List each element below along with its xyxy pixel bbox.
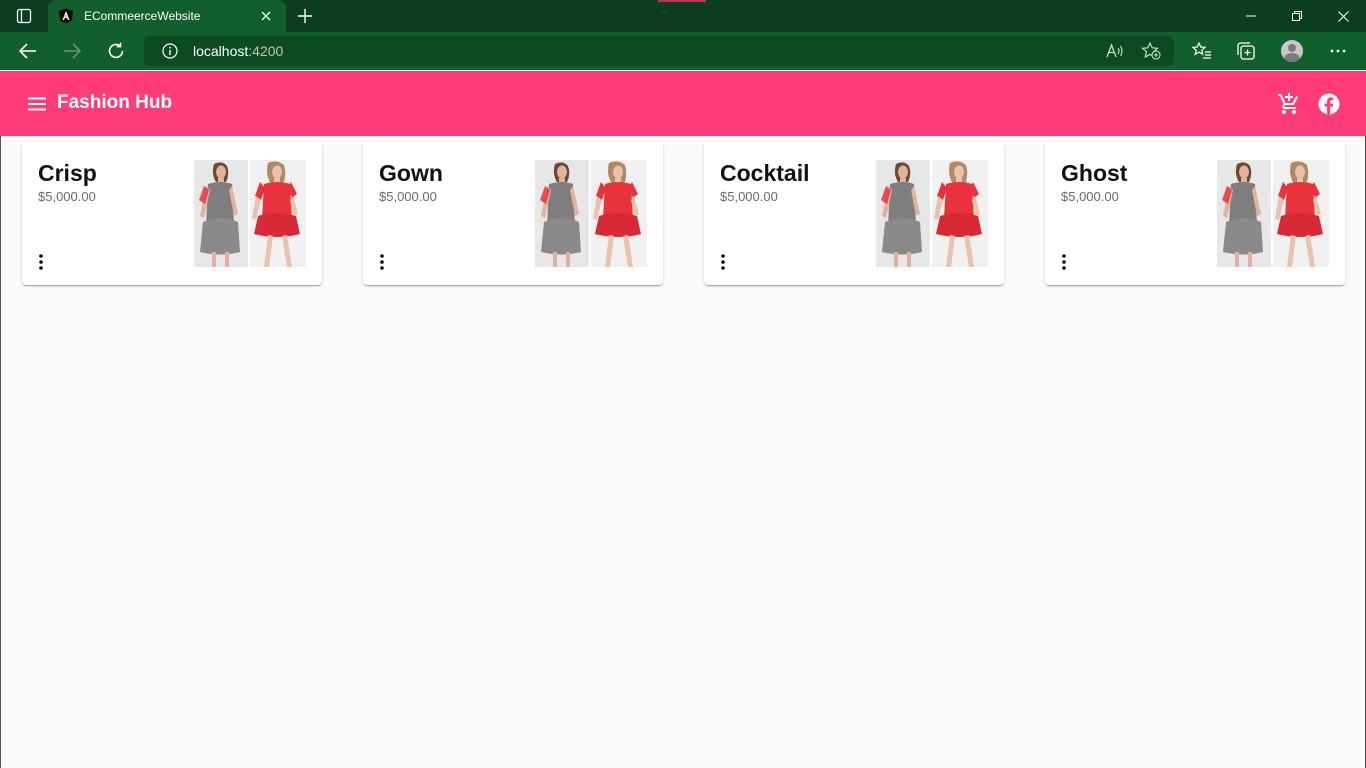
- facebook-icon: [1318, 93, 1340, 115]
- tab-actions-button[interactable]: [10, 6, 38, 26]
- product-image: [535, 160, 647, 267]
- restore-icon: [1292, 11, 1302, 21]
- product-title: Cocktail: [720, 160, 810, 186]
- more-options-button[interactable]: [372, 250, 392, 274]
- refresh-button[interactable]: [101, 37, 131, 65]
- browser-toolbar: localhost:4200: [0, 32, 1366, 70]
- more-horizontal-icon: [1330, 49, 1346, 53]
- new-tab-button[interactable]: [294, 6, 316, 26]
- product-title: Ghost: [1061, 160, 1128, 186]
- product-price: $5,000.00: [379, 189, 437, 204]
- plus-icon: [298, 9, 312, 23]
- close-window-button[interactable]: [1320, 0, 1366, 32]
- angular-favicon-icon: [58, 8, 74, 24]
- more-options-button[interactable]: [713, 250, 733, 274]
- arrow-right-icon: [64, 43, 81, 59]
- product-image: [876, 160, 988, 267]
- read-aloud-icon: [1106, 43, 1123, 58]
- minimize-button[interactable]: [1228, 0, 1274, 32]
- dress-photo: [1217, 160, 1329, 267]
- arrow-left-icon: [19, 43, 36, 59]
- product-price: $5,000.00: [38, 189, 96, 204]
- more-vert-icon: [1062, 254, 1066, 270]
- site-info-button[interactable]: [150, 36, 190, 66]
- browser-tab-bar: ECommeerceWebsite: [0, 0, 1366, 32]
- dress-photo: [194, 160, 306, 267]
- avatar: [1281, 40, 1303, 62]
- add-shopping-cart-icon: [1278, 93, 1299, 114]
- refresh-icon: [108, 42, 124, 59]
- settings-more-button[interactable]: [1323, 37, 1353, 65]
- product-card[interactable]: Cocktail $5,000.00: [704, 142, 1004, 285]
- product-card[interactable]: Ghost $5,000.00: [1045, 142, 1345, 285]
- app-toolbar: Fashion Hub: [0, 71, 1366, 136]
- product-price: $5,000.00: [1061, 189, 1119, 204]
- close-icon: [1337, 10, 1349, 22]
- more-vert-icon: [721, 254, 725, 270]
- facebook-button[interactable]: [1316, 91, 1342, 117]
- add-favorite-button[interactable]: [1136, 36, 1166, 66]
- close-icon: [261, 11, 271, 21]
- read-aloud-button[interactable]: [1100, 36, 1130, 66]
- address-bar[interactable]: localhost:4200: [144, 36, 1174, 66]
- browser-tab[interactable]: ECommeerceWebsite: [48, 0, 286, 32]
- brand-title[interactable]: Fashion Hub: [57, 92, 172, 114]
- menu-button[interactable]: [24, 91, 50, 117]
- cart-button[interactable]: [1276, 91, 1302, 117]
- product-card[interactable]: Gown $5,000.00: [363, 142, 663, 285]
- collections-button[interactable]: [1231, 37, 1261, 65]
- address-host: localhost: [193, 43, 249, 59]
- favorites-button[interactable]: [1187, 37, 1217, 65]
- tab-strip-accent: [658, 0, 706, 2]
- more-vert-icon: [380, 254, 384, 270]
- address-port: :4200: [248, 43, 284, 59]
- tab-title: ECommeerceWebsite: [84, 9, 201, 23]
- dress-photo: [876, 160, 988, 267]
- product-price: $5,000.00: [720, 189, 778, 204]
- tab-actions-icon: [16, 8, 32, 24]
- product-image: [194, 160, 306, 267]
- menu-icon: [28, 97, 46, 111]
- more-options-button[interactable]: [1054, 250, 1074, 274]
- collections-icon: [1237, 42, 1255, 60]
- back-button[interactable]: [13, 37, 43, 65]
- profile-button[interactable]: [1277, 37, 1307, 65]
- product-title: Crisp: [38, 160, 97, 186]
- tab-close-button[interactable]: [256, 6, 276, 26]
- dress-photo: [535, 160, 647, 267]
- product-title: Gown: [379, 160, 443, 186]
- product-card[interactable]: Crisp $5,000.00: [22, 142, 322, 285]
- star-add-icon: [1141, 42, 1161, 60]
- favorites-icon: [1192, 42, 1211, 59]
- minimize-icon: [1246, 15, 1256, 17]
- info-icon: [162, 43, 178, 59]
- more-vert-icon: [39, 254, 43, 270]
- forward-button[interactable]: [57, 37, 87, 65]
- product-image: [1217, 160, 1329, 267]
- more-options-button[interactable]: [31, 250, 51, 274]
- restore-button[interactable]: [1274, 0, 1320, 32]
